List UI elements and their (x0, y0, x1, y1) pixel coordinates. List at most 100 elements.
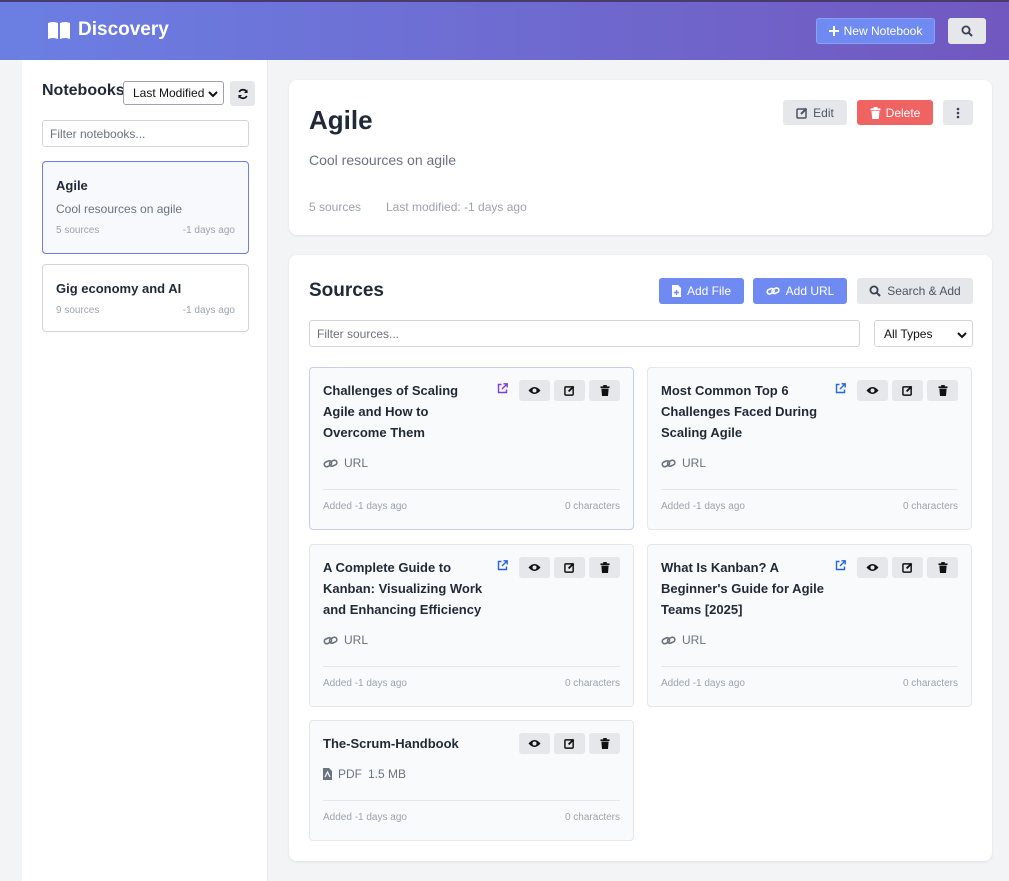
notebook-modified: -1 days ago (182, 225, 235, 236)
edit-icon (902, 385, 913, 396)
edit-notebook-button[interactable]: Edit (783, 100, 847, 125)
link-icon (661, 458, 676, 468)
trash-icon (937, 385, 948, 396)
app-header: Discovery New Notebook (0, 0, 1009, 60)
view-source-button[interactable] (519, 733, 550, 754)
edit-icon (564, 385, 575, 396)
external-link-icon[interactable] (835, 383, 846, 394)
trash-icon (937, 562, 948, 573)
notebook-description: Cool resources on agile (309, 152, 457, 168)
source-char-count: 0 characters (564, 501, 620, 512)
search-add-label: Search & Add (887, 284, 961, 298)
edit-source-button[interactable] (554, 733, 585, 754)
source-title: Challenges of Scaling Agile and How to O… (323, 383, 459, 440)
source-type-label: URL (344, 456, 369, 470)
notebook-description: Cool resources on agile (56, 202, 183, 216)
view-source-button[interactable] (857, 380, 888, 401)
divider (661, 666, 958, 667)
new-notebook-button[interactable]: New Notebook (816, 18, 935, 44)
add-url-label: Add URL (785, 284, 835, 298)
source-type: URL (661, 633, 706, 647)
refresh-button[interactable] (230, 81, 255, 106)
source-card[interactable]: What Is Kanban? A Beginner's Guide for A… (647, 544, 972, 707)
external-link-icon[interactable] (497, 383, 508, 394)
trash-icon (599, 385, 610, 396)
add-file-button[interactable]: Add File (659, 278, 744, 304)
search-icon (869, 285, 882, 297)
source-filter-input[interactable]: Filter sources... (309, 320, 860, 347)
external-link-icon[interactable] (835, 560, 846, 571)
delete-source-button[interactable] (927, 380, 958, 401)
view-source-button[interactable] (519, 380, 550, 401)
search-icon (961, 25, 973, 37)
view-source-button[interactable] (857, 557, 888, 578)
delete-source-button[interactable] (589, 557, 620, 578)
source-char-count: 0 characters (902, 501, 958, 512)
edit-source-button[interactable] (892, 380, 923, 401)
source-card[interactable]: The-Scrum-Handbook PDF 1.5 MB Added -1 d… (309, 720, 634, 841)
new-notebook-label: New Notebook (843, 24, 923, 38)
notebook-item-agile[interactable]: Agile Cool resources on agile 5 sources … (42, 161, 249, 254)
sort-select-value: Last Modified (133, 86, 205, 100)
notebook-name: Gig economy and AI (56, 281, 182, 296)
source-type-value: All Types (884, 326, 933, 341)
source-added-date: Added -1 days ago (661, 678, 745, 689)
delete-source-button[interactable] (589, 380, 620, 401)
edit-icon (796, 107, 808, 119)
divider (323, 666, 620, 667)
link-icon (323, 635, 338, 645)
eye-icon (866, 564, 879, 571)
sources-title: Sources (309, 280, 384, 301)
source-added-date: Added -1 days ago (323, 678, 407, 689)
notebook-filter-input[interactable]: Filter notebooks... (42, 120, 249, 147)
source-type: URL (661, 456, 706, 470)
search-add-button[interactable]: Search & Add (857, 278, 973, 304)
source-char-count: 0 characters (564, 678, 620, 689)
eye-icon (528, 564, 541, 571)
source-char-count: 0 characters (902, 678, 958, 689)
edit-source-button[interactable] (892, 557, 923, 578)
notebook-filter-placeholder: Filter notebooks... (50, 126, 146, 141)
source-actions (519, 380, 620, 401)
refresh-icon (237, 88, 248, 99)
file-plus-icon (671, 285, 681, 297)
delete-label: Delete (885, 105, 921, 120)
notebook-source-count: 5 sources (309, 200, 362, 214)
link-icon (766, 287, 780, 295)
source-card[interactable]: A Complete Guide to Kanban: Visualizing … (309, 544, 634, 707)
notebook-detail-panel: Agile Cool resources on agile 5 sources … (289, 80, 992, 235)
search-button[interactable] (948, 18, 986, 44)
sidebar-title: Notebooks (42, 82, 125, 99)
sort-select[interactable]: Last Modified (123, 81, 224, 105)
source-type-label: URL (682, 633, 707, 647)
edit-icon (902, 562, 913, 573)
edit-source-button[interactable] (554, 557, 585, 578)
source-type-label: URL (344, 633, 369, 647)
edit-source-button[interactable] (554, 380, 585, 401)
delete-source-button[interactable] (927, 557, 958, 578)
source-card[interactable]: Challenges of Scaling Agile and How to O… (309, 367, 634, 530)
notebook-item-gig-economy[interactable]: Gig economy and AI 9 sources -1 days ago (42, 264, 249, 332)
source-card[interactable]: Most Common Top 6 Challenges Faced Durin… (647, 367, 972, 530)
link-icon (323, 458, 338, 468)
delete-notebook-button[interactable]: Delete (857, 100, 933, 125)
source-actions (857, 380, 958, 401)
view-source-button[interactable] (519, 557, 550, 578)
eye-icon (866, 387, 879, 394)
brand[interactable]: Discovery (47, 19, 169, 41)
source-added-date: Added -1 days ago (661, 501, 745, 512)
plus-icon (828, 26, 839, 36)
source-type-select[interactable]: All Types (874, 320, 973, 347)
delete-source-button[interactable] (589, 733, 620, 754)
source-type: URL (323, 456, 368, 470)
add-url-button[interactable]: Add URL (753, 278, 847, 304)
source-title: What Is Kanban? A Beginner's Guide for A… (661, 560, 824, 617)
sources-panel: Sources Add File Add URL Search & Add Fi… (289, 255, 992, 861)
more-options-button[interactable] (943, 100, 973, 125)
eye-icon (528, 740, 541, 747)
edit-label: Edit (813, 105, 834, 120)
sidebar: Notebooks Last Modified Filter notebooks… (22, 60, 268, 881)
external-link-icon[interactable] (497, 560, 508, 571)
book-open-icon (48, 21, 70, 39)
source-type: PDF 1.5 MB (323, 767, 406, 781)
